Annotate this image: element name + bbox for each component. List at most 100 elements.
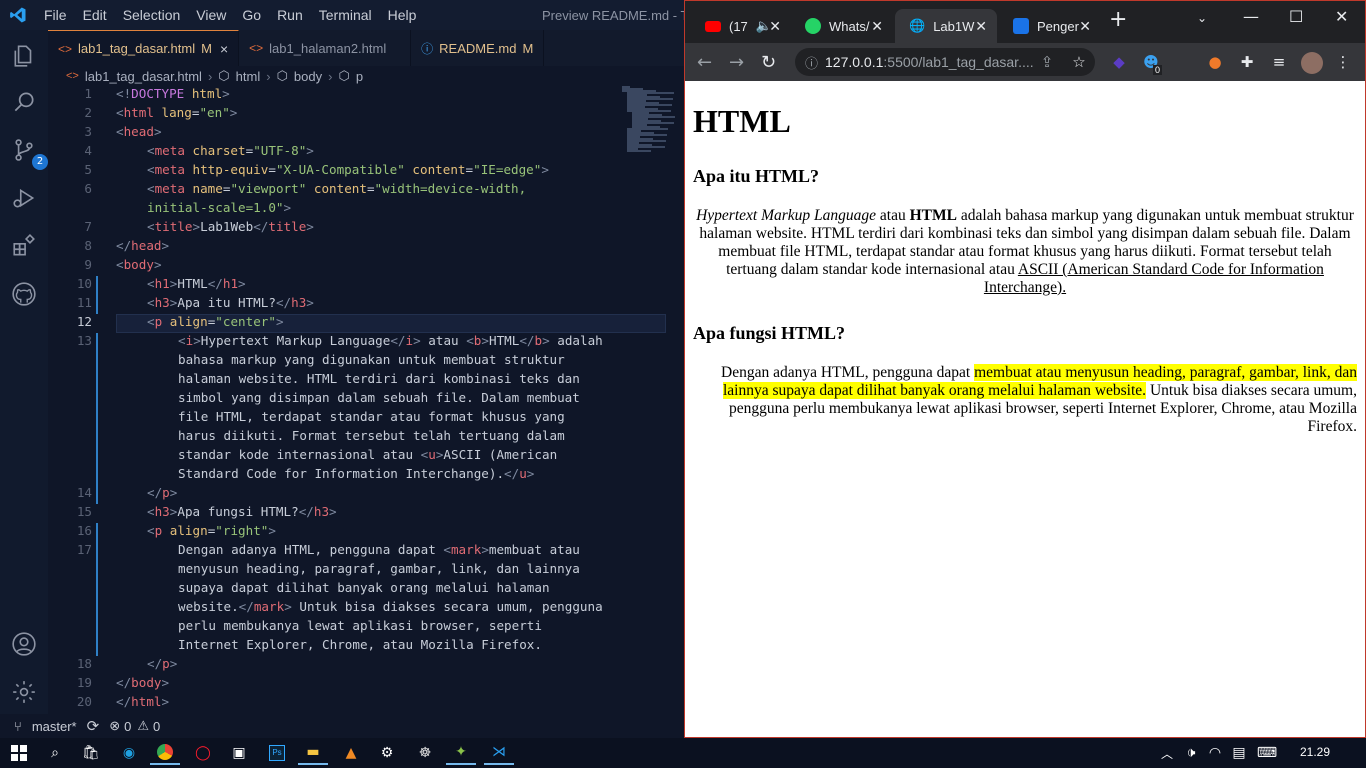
tab-close-icon[interactable]: ×: [220, 41, 228, 57]
error-count[interactable]: 0: [124, 719, 131, 734]
code-line[interactable]: 16 <p align="right">: [48, 523, 684, 542]
site-info-icon[interactable]: ⓘ: [805, 53, 818, 72]
breadcrumb-body[interactable]: body: [294, 69, 322, 84]
vscode-icon[interactable]: ⋊: [484, 741, 514, 765]
menu-run[interactable]: Run: [269, 7, 311, 23]
code-line[interactable]: 13 <i>Hypertext Markup Language</i> atau …: [48, 333, 684, 352]
tab-readme[interactable]: ⓘ README.md M: [411, 30, 545, 66]
reload-icon[interactable]: ↻: [761, 52, 776, 73]
settings-gear-icon[interactable]: ⚙: [372, 741, 402, 765]
extensions-puzzle-icon[interactable]: ✚: [1237, 52, 1257, 72]
tab-search-chevron-icon[interactable]: ⌄: [1197, 11, 1207, 25]
code-line[interactable]: Standard Code for Information Interchang…: [48, 466, 684, 485]
menu-go[interactable]: Go: [234, 7, 269, 23]
code-line[interactable]: 2 <html lang="en">: [48, 105, 684, 124]
code-line[interactable]: 8 </head>: [48, 238, 684, 257]
extension-layers-icon[interactable]: ◆: [1109, 52, 1129, 72]
menu-edit[interactable]: Edit: [75, 7, 115, 23]
code-line[interactable]: Internet Explorer, Chrome, atau Mozilla …: [48, 637, 684, 656]
app-icon[interactable]: ✦: [446, 741, 476, 765]
code-line[interactable]: 9 <body>: [48, 257, 684, 276]
code-line[interactable]: file HTML, terdapat standar atau format …: [48, 409, 684, 428]
code-line[interactable]: harus diikuti. Format tersebut telah ter…: [48, 428, 684, 447]
minimap[interactable]: [622, 86, 680, 156]
photoshop-icon[interactable]: Ps: [262, 741, 292, 765]
menu-help[interactable]: Help: [380, 7, 425, 23]
extensions-icon[interactable]: [8, 230, 40, 262]
bookmark-star-icon[interactable]: ☆: [1069, 52, 1089, 72]
breadcrumb-p[interactable]: p: [356, 69, 363, 84]
tab-lab1web[interactable]: 🌐 Lab1W ✕: [895, 9, 997, 43]
menu-view[interactable]: View: [188, 7, 234, 23]
source-control-icon[interactable]: 2: [8, 134, 48, 170]
code-line[interactable]: 5 <meta http-equiv="X-UA-Compatible" cont…: [48, 162, 684, 181]
store-icon[interactable]: 🛍: [76, 741, 106, 765]
share-icon[interactable]: ⇪: [1037, 52, 1057, 72]
code-line[interactable]: menyusun heading, paragraf, gambar, link…: [48, 561, 684, 580]
code-line[interactable]: 11 <h3>Apa itu HTML?</h3>: [48, 295, 684, 314]
file-explorer-icon[interactable]: ▬: [298, 741, 328, 765]
run-debug-icon[interactable]: [8, 182, 40, 214]
close-window-button[interactable]: ✕: [1335, 7, 1348, 26]
code-line[interactable]: perlu membukanya lewat aplikasi browser,…: [48, 618, 684, 637]
settings-gear-icon[interactable]: [8, 676, 40, 708]
notification-icon[interactable]: ▤: [1224, 741, 1254, 765]
clock[interactable]: 21.29: [1300, 745, 1330, 759]
code-line[interactable]: 19 </body>: [48, 675, 684, 694]
code-line[interactable]: bahasa markup yang digunakan untuk membu…: [48, 352, 684, 371]
menu-file[interactable]: File: [36, 7, 75, 23]
code-line[interactable]: 15 <h3>Apa fungsi HTML?</h3>: [48, 504, 684, 523]
code-line[interactable]: supaya dapat dilihat banyak orang melalu…: [48, 580, 684, 599]
tab-lab1-halaman2[interactable]: <> lab1_halaman2.html: [239, 30, 412, 66]
git-branch[interactable]: master*: [32, 719, 77, 734]
menu-terminal[interactable]: Terminal: [311, 7, 380, 23]
code-line[interactable]: initial-scale=1.0">: [48, 200, 684, 219]
tab-lab1-tag-dasar[interactable]: <> lab1_tag_dasar.html M ×: [48, 30, 240, 66]
code-line[interactable]: 20 </html>: [48, 694, 684, 713]
code-line[interactable]: 18 </p>: [48, 656, 684, 675]
menu-selection[interactable]: Selection: [115, 7, 189, 23]
menu-kebab-icon[interactable]: ⋮: [1333, 52, 1353, 72]
minimize-button[interactable]: —: [1243, 7, 1259, 26]
back-arrow-icon[interactable]: ←: [697, 52, 712, 73]
code-line[interactable]: standar kode internasional atau <u>ASCII…: [48, 447, 684, 466]
code-line[interactable]: 4 <meta charset="UTF-8">: [48, 143, 684, 162]
code-line[interactable]: 10 <h1>HTML</h1>: [48, 276, 684, 295]
app-icon[interactable]: ☸: [410, 741, 440, 765]
breadcrumb-html[interactable]: html: [236, 69, 261, 84]
code-line[interactable]: 3 <head>: [48, 124, 684, 143]
search-icon[interactable]: ⌕: [40, 741, 70, 765]
chrome-icon[interactable]: [150, 741, 180, 765]
code-editor[interactable]: 1 <!DOCTYPE html> 2 <html lang="en"> 3 <head>…: [48, 86, 684, 714]
tab-close-icon[interactable]: ✕: [871, 18, 883, 35]
edge-icon[interactable]: ◉: [114, 741, 144, 765]
code-line[interactable]: 7 <title>Lab1Web</title>: [48, 219, 684, 238]
tab-pengertian[interactable]: Penger ✕: [999, 9, 1101, 43]
code-line[interactable]: simbol yang disimpan dalam sebuah file. …: [48, 390, 684, 409]
sync-icon[interactable]: ⟳: [87, 717, 100, 735]
tab-close-icon[interactable]: ✕: [1079, 18, 1091, 35]
maximize-button[interactable]: ☐: [1289, 7, 1303, 26]
tab-close-icon[interactable]: ✕: [769, 18, 781, 35]
windows-start-icon[interactable]: [4, 741, 34, 765]
explorer-icon[interactable]: [8, 40, 40, 72]
github-icon[interactable]: [8, 278, 40, 310]
search-icon[interactable]: [8, 86, 40, 118]
opera-icon[interactable]: ◯: [188, 741, 218, 765]
code-line[interactable]: 1 <!DOCTYPE html>: [48, 86, 684, 105]
warning-count[interactable]: 0: [153, 719, 160, 734]
code-line[interactable]: website.</mark> Untuk bisa diakses secar…: [48, 599, 684, 618]
avatar[interactable]: [1301, 52, 1323, 74]
code-line[interactable]: 17 Dengan adanya HTML, pengguna dapat <ma…: [48, 542, 684, 561]
app-icon[interactable]: ▣: [224, 741, 254, 765]
code-line[interactable]: halaman website. HTML terdiri dari kombi…: [48, 371, 684, 390]
tab-whatsapp[interactable]: Whats/ ✕: [791, 9, 893, 43]
keyboard-icon[interactable]: ⌨: [1252, 741, 1282, 765]
breadcrumb-file[interactable]: lab1_tag_dasar.html: [85, 69, 202, 84]
vlc-icon[interactable]: ▲: [336, 741, 366, 765]
extension-cookie-icon[interactable]: ●: [1205, 52, 1225, 72]
code-line[interactable]: 12 <p align="center">: [48, 314, 684, 333]
tab-youtube[interactable]: (17 🔈 ✕: [691, 9, 791, 43]
accounts-icon[interactable]: [8, 628, 40, 660]
code-line[interactable]: 14 </p>: [48, 485, 684, 504]
